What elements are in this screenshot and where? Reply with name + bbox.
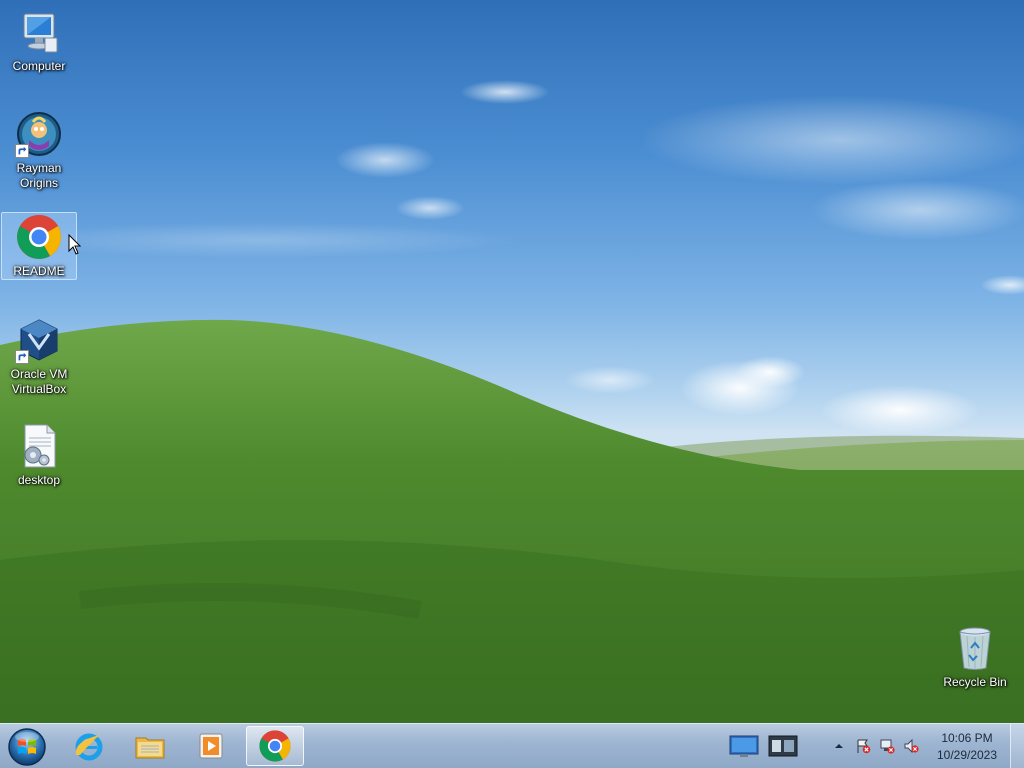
mouse-cursor-icon <box>68 234 82 255</box>
volume-muted-icon[interactable] <box>903 738 919 754</box>
virtualbox-icon <box>15 316 63 364</box>
desktop[interactable]: Computer Rayman Origins README Oracle VM… <box>0 0 1024 723</box>
desktop-icon-rayman-origins[interactable]: Rayman Origins <box>1 110 77 191</box>
display-icon[interactable] <box>729 734 759 758</box>
desktop-icon-virtualbox[interactable]: Oracle VM VirtualBox <box>1 316 77 397</box>
desktop-icon-label: Rayman Origins <box>16 161 62 190</box>
desktop-icon-computer[interactable]: Computer <box>1 8 77 74</box>
clock-time: 10:06 PM <box>941 731 993 745</box>
windows-start-icon <box>8 728 46 766</box>
system-clock[interactable]: 10:06 PM 10/29/2023 <box>932 730 1002 764</box>
desktop-icon-label: Computer <box>12 59 66 73</box>
flag-error-icon[interactable] <box>855 738 871 754</box>
start-button[interactable] <box>6 726 48 768</box>
shortcut-arrow-icon <box>15 144 29 158</box>
taskbar-google-chrome[interactable] <box>246 726 304 766</box>
media-player-icon <box>199 733 223 759</box>
folder-icon <box>135 737 165 759</box>
taskbar-media-player[interactable] <box>182 726 240 766</box>
show-hidden-icons-arrow[interactable] <box>831 738 847 754</box>
recycle-bin-icon <box>951 624 999 672</box>
ie-icon <box>75 733 103 761</box>
desktop-icon-label: Oracle VM VirtualBox <box>10 367 68 396</box>
desktop-icon-desktop-ini[interactable]: desktop <box>1 422 77 488</box>
desktop-icon-label: README <box>13 264 65 278</box>
settings-file-icon <box>15 422 63 470</box>
desktop-icon-readme[interactable]: README <box>1 212 77 280</box>
taskbar-file-explorer[interactable] <box>121 726 179 766</box>
chrome-icon <box>259 730 291 762</box>
show-desktop-button[interactable] <box>1010 724 1024 768</box>
network-error-icon[interactable] <box>879 738 895 754</box>
computer-icon <box>15 8 63 56</box>
desktop-icon-label: Recycle Bin <box>943 675 1007 689</box>
taskbar: 10:06 PM 10/29/2023 <box>0 723 1024 768</box>
chrome-icon <box>15 213 63 261</box>
desktop-icon-label: desktop <box>17 473 61 487</box>
rayman-icon <box>15 110 63 158</box>
taskbar-internet-explorer[interactable] <box>60 726 118 766</box>
virtual-desktop-icon[interactable] <box>768 734 798 758</box>
shortcut-arrow-icon <box>15 350 29 364</box>
wallpaper-bliss <box>0 80 1024 723</box>
desktop-icon-recycle-bin[interactable]: Recycle Bin <box>937 624 1013 690</box>
clock-date: 10/29/2023 <box>936 748 998 762</box>
